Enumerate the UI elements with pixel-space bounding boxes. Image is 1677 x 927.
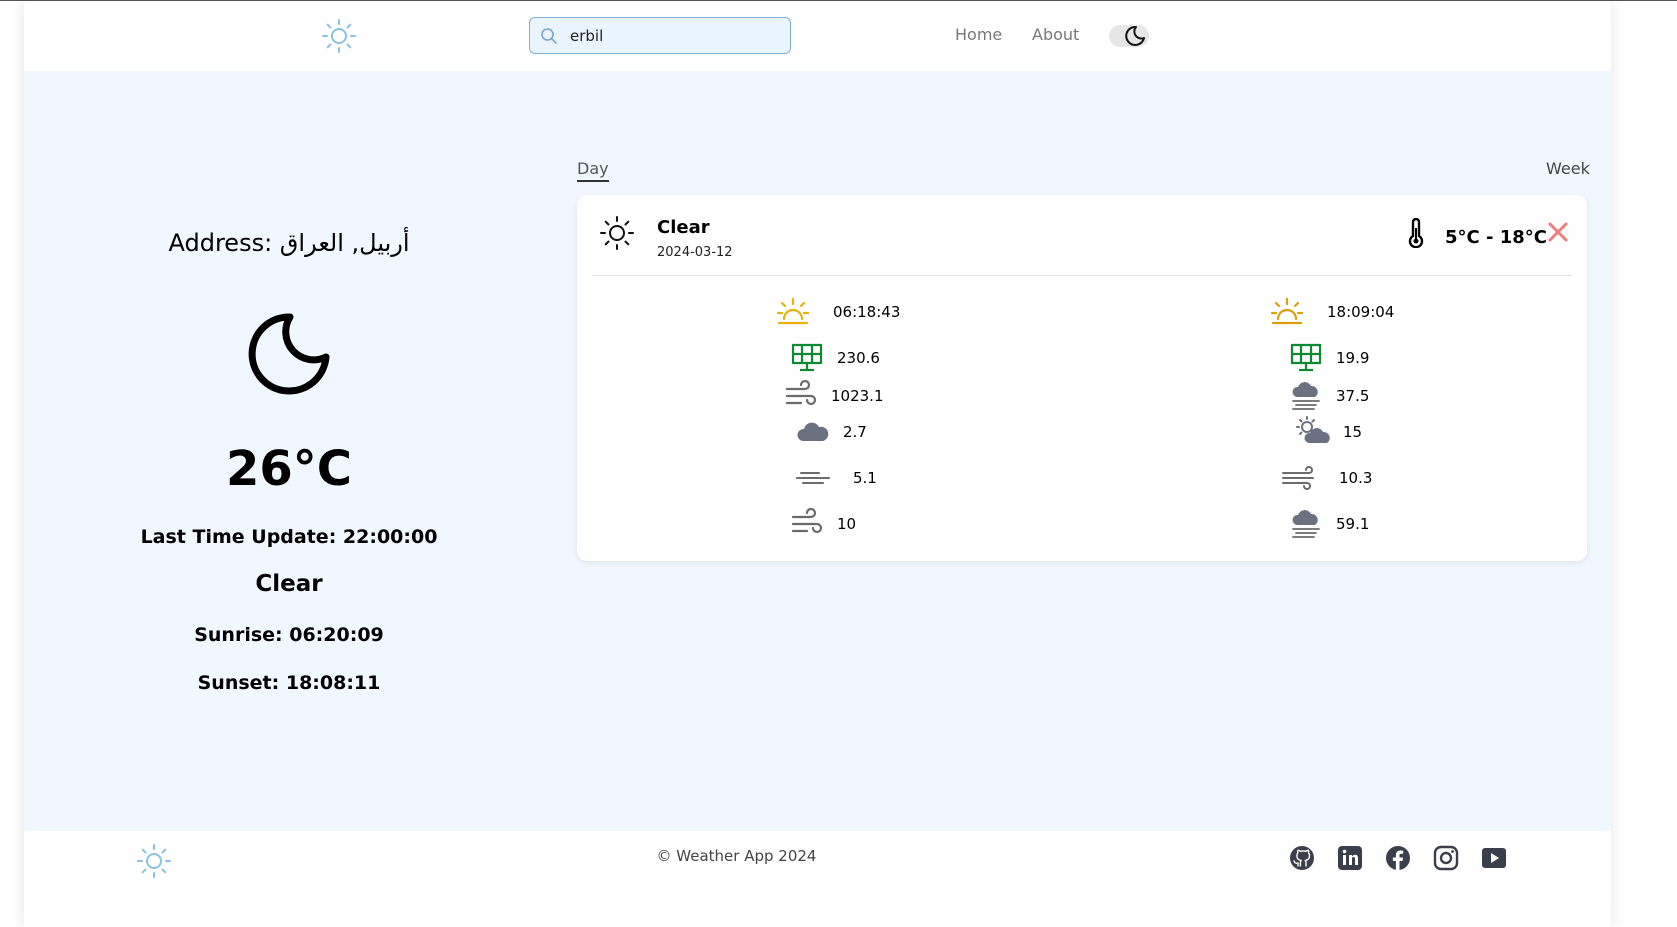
sunset-icon (1270, 297, 1304, 325)
sunset-time: Sunset: 18:08:11 (197, 672, 381, 694)
dark-mode-toggle[interactable] (1109, 25, 1149, 47)
moon-icon (248, 313, 330, 395)
current-condition: Clear (255, 571, 323, 597)
app-frame: Home About Address: أربيل, العراق 26°C L… (24, 1, 1611, 927)
partly-cloudy-icon (1296, 416, 1330, 443)
last-update-time: Last Time Update: 22:00:00 (140, 526, 438, 548)
sunrise-icon (776, 297, 810, 325)
stat-value: 1023.1 (831, 387, 884, 405)
search-icon (541, 28, 557, 44)
stat-value: 37.5 (1336, 387, 1370, 405)
card-divider (592, 275, 1572, 276)
stat-value: 59.1 (1336, 515, 1370, 533)
close-icon[interactable] (1547, 221, 1569, 243)
stat-value: 06:18:43 (833, 303, 901, 321)
tab-week[interactable]: Week (1546, 159, 1590, 178)
sun-logo-icon[interactable] (136, 843, 172, 879)
stat-value: 230.6 (837, 349, 880, 367)
header: Home About (24, 1, 1611, 71)
stat-value: 5.1 (853, 469, 877, 487)
main-content: Address: أربيل, العراق 26°C Last Time Up… (24, 71, 1611, 831)
copyright-text: © Weather App 2024 (656, 847, 817, 865)
fog-lines-icon (796, 472, 830, 484)
stat-value: 2.7 (843, 423, 867, 441)
wind-icon (785, 379, 817, 406)
stat-value: 19.9 (1336, 349, 1370, 367)
stat-value: 10.3 (1339, 469, 1373, 487)
temperature-range: 5°C - 18°C (1445, 227, 1547, 248)
wind-icon (791, 507, 823, 534)
stat-value: 10 (837, 515, 857, 533)
fog-cloud-icon (1292, 510, 1320, 538)
facebook-icon[interactable] (1384, 844, 1412, 872)
search-box (529, 17, 791, 54)
nav-about-link[interactable]: About (1032, 25, 1079, 44)
nav-home-link[interactable]: Home (955, 25, 1002, 44)
thermometer-icon (1408, 218, 1424, 248)
stat-value: 18:09:04 (1327, 303, 1395, 321)
linkedin-icon[interactable] (1336, 844, 1364, 872)
stat-value: 15 (1343, 423, 1363, 441)
wind-icon (1282, 466, 1314, 490)
fog-cloud-icon (1292, 382, 1320, 410)
footer: © Weather App 2024 (24, 831, 1611, 927)
instagram-icon[interactable] (1432, 844, 1460, 872)
search-input[interactable] (570, 24, 780, 48)
current-temperature: 26°C (225, 441, 353, 497)
youtube-icon[interactable] (1480, 844, 1508, 872)
solar-panel-icon (1290, 343, 1322, 372)
forecast-condition: Clear (657, 217, 710, 238)
forecast-card: Clear 2024-03-12 5°C - 18°C 06:18:43 230… (577, 195, 1587, 561)
sun-icon (600, 216, 634, 250)
forecast-date: 2024-03-12 (657, 245, 733, 260)
current-address: Address: أربيل, العراق (168, 229, 410, 257)
github-icon[interactable] (1288, 844, 1316, 872)
solar-panel-icon (791, 343, 823, 372)
moon-icon (1125, 25, 1145, 46)
sun-logo-icon[interactable] (321, 18, 357, 54)
sunrise-time: Sunrise: 06:20:09 (194, 624, 384, 646)
cloud-icon (797, 422, 829, 441)
tab-day[interactable]: Day (577, 159, 609, 182)
